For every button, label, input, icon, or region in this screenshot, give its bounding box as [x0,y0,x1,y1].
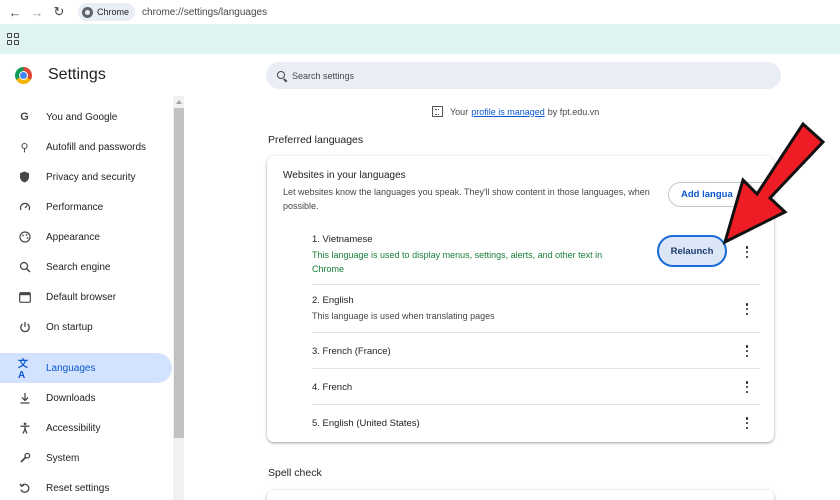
profile-managed-link[interactable]: profile is managed [471,107,545,117]
apps-grid-icon[interactable] [7,33,19,45]
sidebar-item-you-and-google[interactable]: G You and Google [0,102,172,132]
sidebar-item-label: Reset settings [46,482,110,494]
building-icon [432,106,443,117]
sidebar-item-label: You and Google [46,111,118,123]
browser-toolbar: ← → ↻ Chrome chrome://settings/languages [0,0,840,24]
reset-icon [18,482,31,495]
power-icon [18,321,31,334]
managed-prefix: Your [450,106,469,117]
managed-notice: Your profile is managed by fpt.edu.vn [432,106,599,117]
page-title: Settings [48,66,106,83]
language-description: This language is used when translating p… [312,311,495,321]
red-arrow-annotation [722,121,826,245]
key-icon: ⚲ [20,141,29,154]
search-settings-input[interactable]: Search settings [266,62,781,89]
wrench-icon [18,452,31,465]
spell-check-heading: Spell check [268,467,322,479]
chrome-logo-icon [15,67,32,84]
sidebar-item-autofill[interactable]: ⚲ Autofill and passwords [0,132,172,162]
language-row: 1. Vietnamese This language is used to d… [312,228,760,284]
language-row: 3. French (France) [312,332,760,368]
sidebar-item-label: Downloads [46,392,96,404]
sidebar: G You and Google ⚲ Autofill and password… [0,96,186,500]
language-row: 4. French [312,368,760,404]
browser-window-icon [18,291,31,304]
speedometer-icon [18,201,31,214]
search-icon [18,261,31,274]
translate-icon: 文A [18,359,28,381]
arrow-right-icon[interactable]: → [26,1,48,23]
sidebar-item-label: On startup [46,321,93,333]
managed-suffix: by fpt.edu.vn [547,106,600,117]
language-name: 3. French (France) [312,346,391,357]
arrow-left-icon[interactable]: ← [4,1,26,23]
shield-icon [18,171,31,184]
sidebar-item-downloads[interactable]: Downloads [0,383,172,413]
sidebar-item-label: Autofill and passwords [46,141,147,153]
more-options-icon[interactable] [744,303,750,315]
more-options-icon[interactable] [744,417,750,429]
sidebar-scroll-thumb[interactable] [174,108,184,438]
site-chip-label: Chrome [97,7,130,17]
sidebar-item-privacy[interactable]: Privacy and security [0,162,172,192]
palette-icon [18,231,31,244]
sidebar-item-reset-settings[interactable]: Reset settings [0,473,172,500]
spell-check-card [267,490,774,500]
sidebar-item-appearance[interactable]: Appearance [0,222,172,252]
sidebar-item-label: Accessibility [46,422,101,434]
language-name: 5. English (United States) [312,418,420,429]
more-options-icon[interactable] [744,381,750,393]
chrome-icon [82,6,93,18]
language-name: 1. Vietnamese [312,234,373,245]
language-row: 5. English (United States) [312,404,760,440]
sidebar-item-search-engine[interactable]: Search engine [0,252,172,282]
settings-header: Settings Search settings [0,54,840,96]
address-bar[interactable]: chrome://settings/languages [142,7,267,18]
language-description: This language is used to display menus, … [312,250,603,274]
search-icon [277,70,287,81]
sidebar-item-label: System [46,452,80,464]
accessibility-icon [18,422,31,435]
sidebar-item-system[interactable]: System [0,443,172,473]
sidebar-item-label: Privacy and security [46,171,136,183]
sidebar-item-label: Performance [46,201,104,213]
search-placeholder: Search settings [292,70,355,81]
download-icon [18,392,31,405]
sidebar-item-default-browser[interactable]: Default browser [0,282,172,312]
site-chip[interactable]: Chrome [78,3,136,21]
bookmarks-bar [0,24,840,54]
reload-icon[interactable]: ↻ [48,1,70,23]
language-name: 2. English [312,295,354,306]
sidebar-item-languages[interactable]: 文A Languages [0,353,172,383]
sidebar-item-label: Languages [46,362,96,374]
more-options-icon[interactable] [744,345,750,357]
sidebar-item-label: Search engine [46,261,111,273]
sidebar-item-accessibility[interactable]: Accessibility [0,413,172,443]
sidebar-item-on-startup[interactable]: On startup [0,312,172,342]
preferred-languages-card: Websites in your languages Let websites … [267,156,774,442]
sidebar-item-performance[interactable]: Performance [0,192,172,222]
preferred-languages-heading: Preferred languages [268,134,364,146]
language-row: 2. English This language is used when tr… [312,284,760,332]
sidebar-item-label: Default browser [46,291,117,303]
language-name: 4. French [312,382,353,393]
card-title: Websites in your languages [283,170,406,181]
google-g-icon: G [20,111,29,123]
sidebar-item-label: Appearance [46,231,100,243]
card-description: Let websites know the languages you spea… [283,187,650,211]
scroll-up-arrow-icon[interactable] [176,100,182,104]
